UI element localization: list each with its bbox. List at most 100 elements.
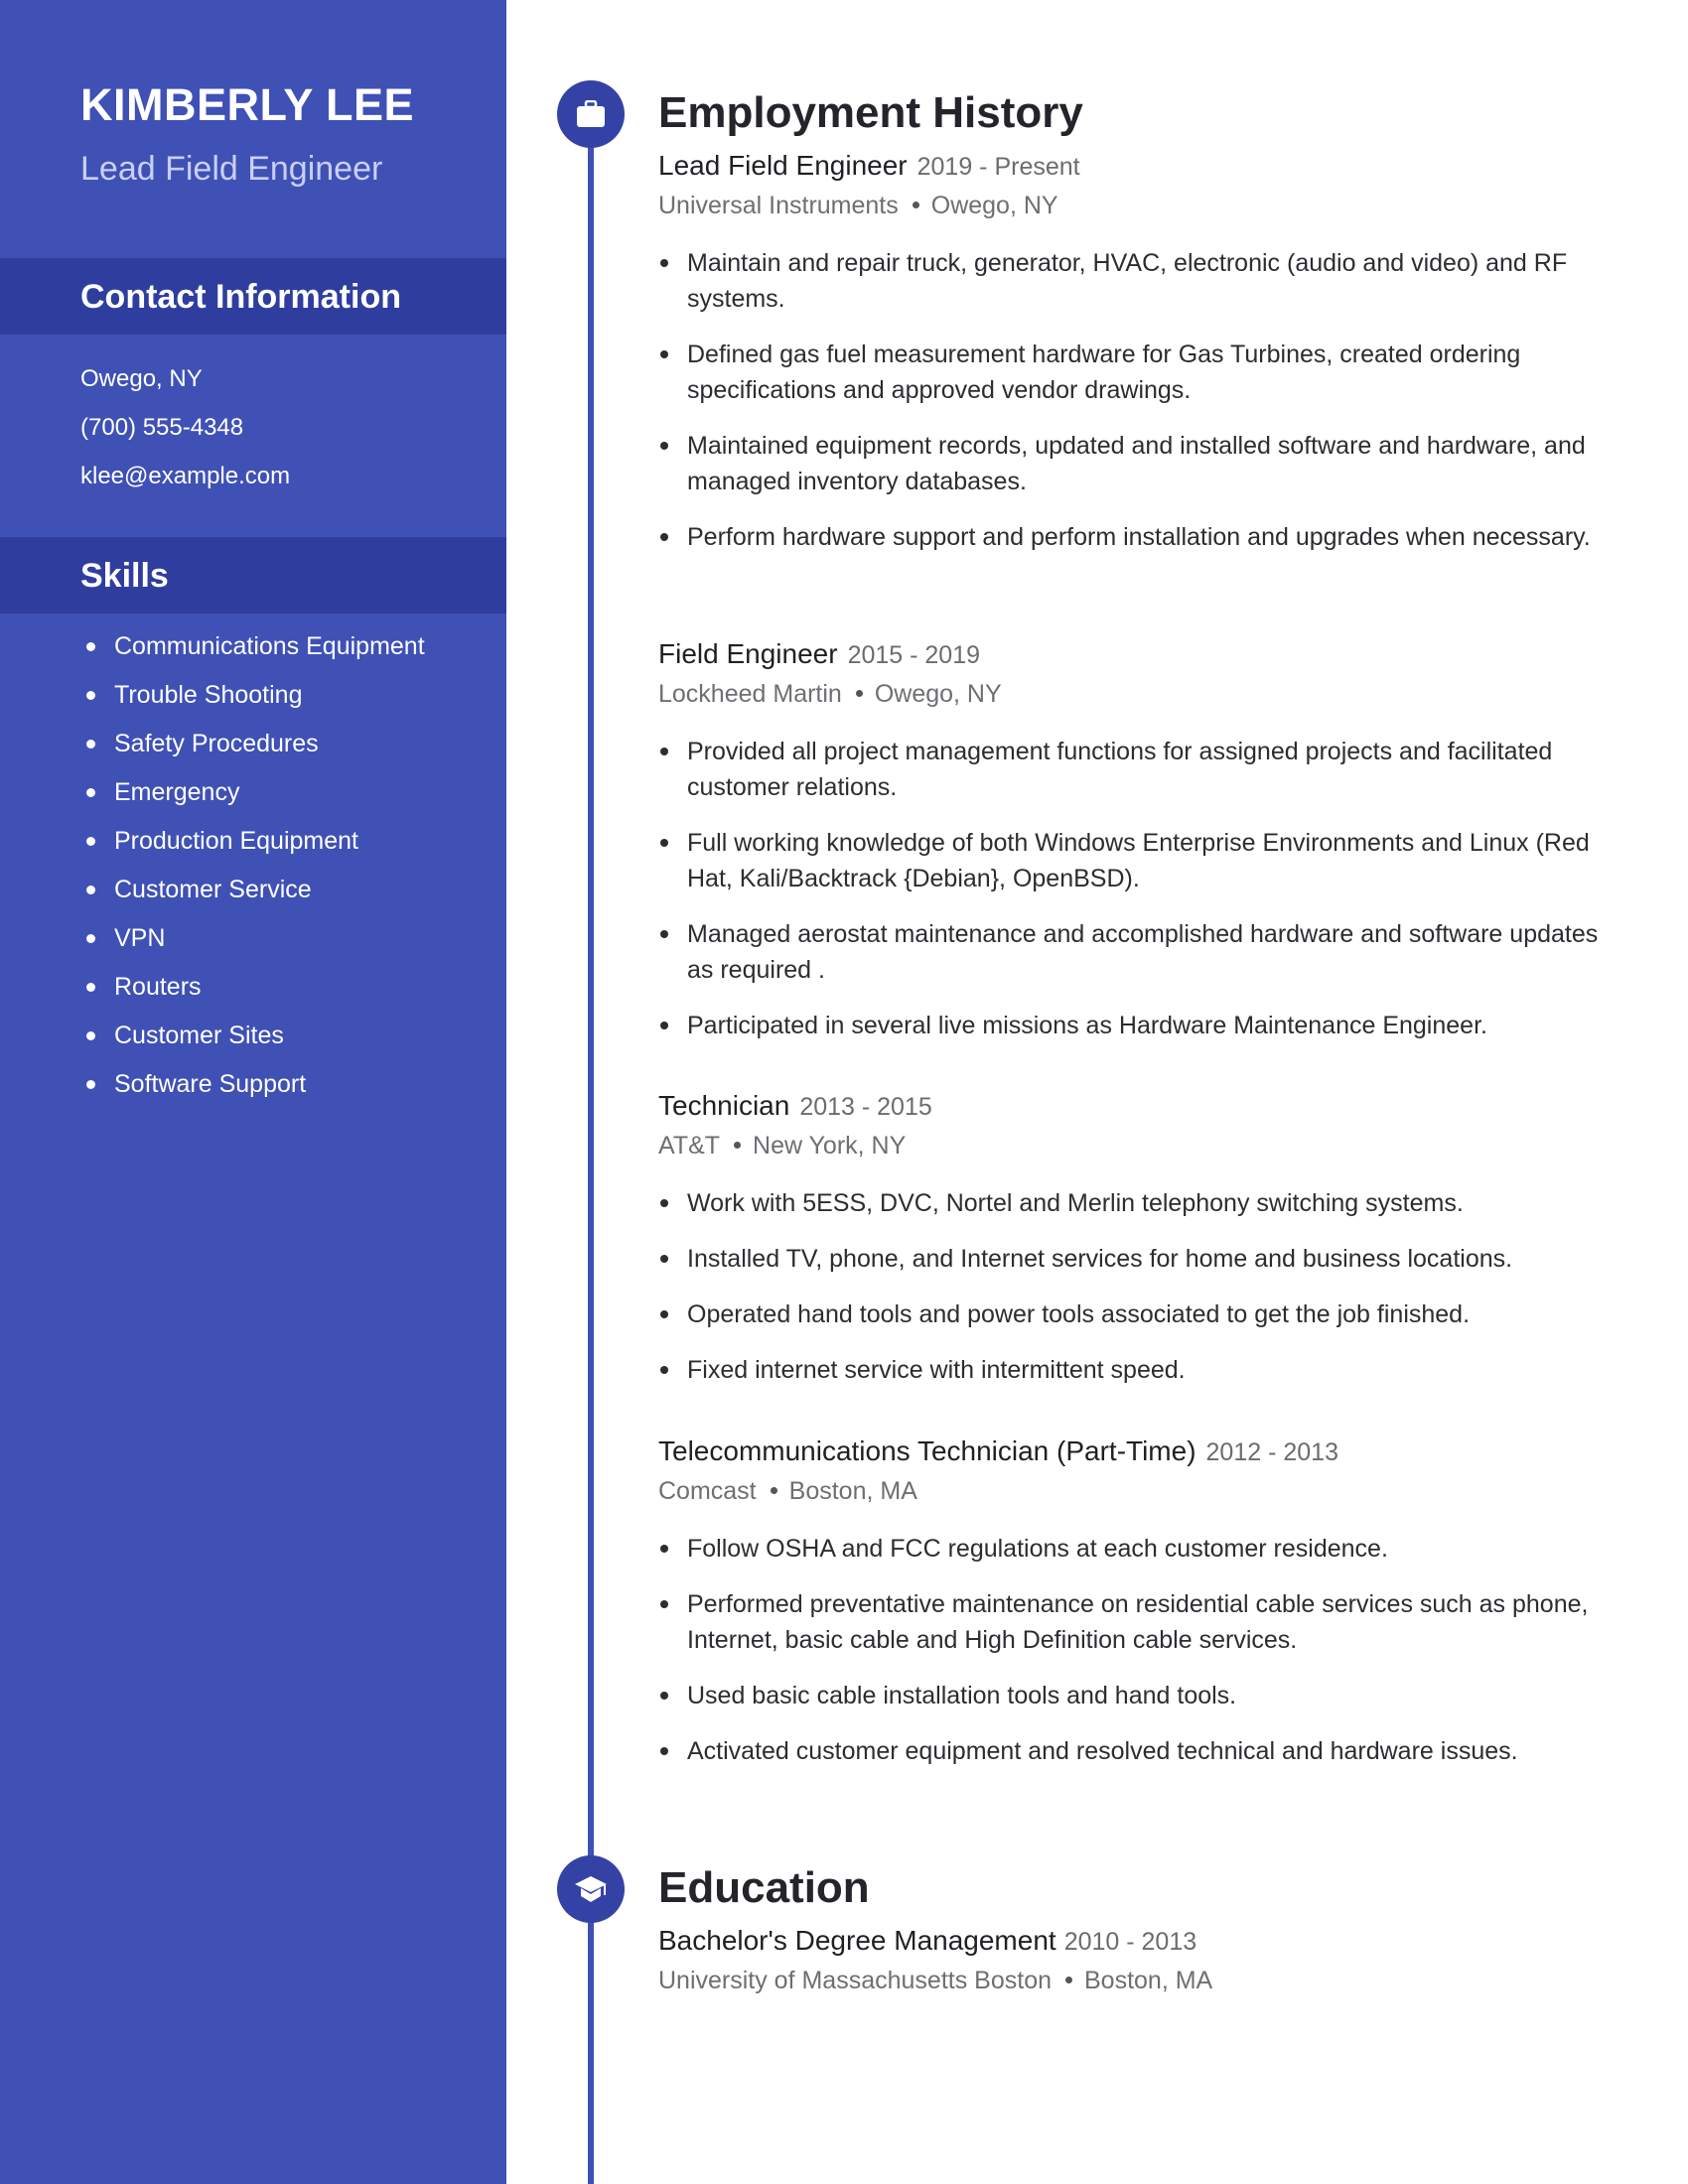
- job-bullet: Perform hardware support and perform ins…: [658, 519, 1612, 555]
- job-dates: 2012 - 2013: [1205, 1438, 1338, 1466]
- job-bullets: Follow OSHA and FCC regulations at each …: [658, 1531, 1612, 1769]
- job-bullet: Fixed internet service with intermittent…: [658, 1352, 1612, 1388]
- bullet-icon: [660, 748, 668, 755]
- job-entry: Field Engineer 2015 - 2019 Lockheed Marti…: [658, 635, 1612, 1063]
- separator-dot-icon: [855, 689, 863, 697]
- job-bullet: Work with 5ESS, DVC, Nortel and Merlin t…: [658, 1185, 1612, 1221]
- job-bullet: Used basic cable installation tools and …: [658, 1678, 1612, 1713]
- job-title: Technician: [658, 1090, 790, 1121]
- job-bullet: Activated customer equipment and resolve…: [658, 1733, 1612, 1769]
- skill-item: Emergency: [80, 774, 478, 810]
- bullet-icon: [660, 1310, 668, 1318]
- job-company: Comcast: [658, 1477, 757, 1505]
- sidebar: KIMBERLY LEE Lead Field Engineer Contact…: [0, 0, 506, 2184]
- school-location: Boston, MA: [1084, 1967, 1213, 1994]
- skill-label: VPN: [114, 924, 166, 952]
- job-title: Telecommunications Technician (Part-Time…: [658, 1435, 1196, 1466]
- job-entry: Telecommunications Technician (Part-Time…: [658, 1433, 1612, 1789]
- bullet-icon: [660, 930, 668, 938]
- job-location: Owego, NY: [874, 680, 1002, 708]
- job-bullets: Work with 5ESS, DVC, Nortel and Merlin t…: [658, 1185, 1612, 1388]
- contact-location: Owego, NY: [80, 365, 203, 392]
- contact-phone[interactable]: (700) 555-4348: [80, 403, 290, 452]
- job-bullet: Maintained equipment records, updated an…: [658, 428, 1612, 499]
- bullet-icon: [86, 983, 95, 992]
- job-title: Field Engineer: [658, 638, 838, 669]
- job-bullet: Installed TV, phone, and Internet servic…: [658, 1241, 1612, 1277]
- candidate-name: KIMBERLY LEE: [80, 79, 415, 130]
- job-bullet: Performed preventative maintenance on re…: [658, 1586, 1612, 1658]
- skill-item: Safety Procedures: [80, 726, 478, 761]
- bullet-icon: [86, 1080, 95, 1089]
- skill-label: Customer Sites: [114, 1022, 284, 1049]
- bullet-icon: [660, 350, 668, 358]
- job-bullet: Maintain and repair truck, generator, HV…: [658, 245, 1612, 317]
- job-company: Lockheed Martin: [658, 680, 842, 708]
- job-location: New York, NY: [753, 1132, 907, 1160]
- briefcase-icon: [577, 100, 605, 127]
- skill-label: Trouble Shooting: [114, 681, 303, 709]
- skill-label: Routers: [114, 973, 202, 1001]
- bullet-icon: [660, 839, 668, 847]
- job-company: Universal Instruments: [658, 192, 899, 219]
- bullet-icon: [660, 259, 668, 267]
- skills-list: Communications Equipment Trouble Shootin…: [80, 628, 478, 1115]
- skill-item: Routers: [80, 969, 478, 1005]
- skill-item: Customer Sites: [80, 1018, 478, 1053]
- degree-title: Bachelor's Degree Management: [658, 1925, 1056, 1956]
- skill-label: Software Support: [114, 1070, 307, 1098]
- skill-label: Safety Procedures: [114, 730, 319, 757]
- bullet-icon: [86, 886, 95, 894]
- separator-dot-icon: [912, 201, 919, 208]
- bullet-icon: [660, 1692, 668, 1700]
- separator-dot-icon: [770, 1486, 777, 1494]
- bullet-icon: [86, 788, 95, 797]
- job-title: Lead Field Engineer: [658, 150, 908, 181]
- bullet-icon: [660, 1545, 668, 1553]
- job-bullet: Managed aerostat maintenance and accompl…: [658, 916, 1612, 988]
- bullet-icon: [660, 1747, 668, 1755]
- bullet-icon: [660, 442, 668, 450]
- skill-label: Production Equipment: [114, 827, 358, 855]
- job-bullet: Follow OSHA and FCC regulations at each …: [658, 1531, 1612, 1567]
- bullet-icon: [660, 1022, 668, 1029]
- separator-dot-icon: [1065, 1976, 1072, 1983]
- job-location: Owego, NY: [930, 192, 1058, 219]
- skills-heading: Skills: [80, 557, 169, 595]
- job-entry: Lead Field Engineer 2019 - Present Univer…: [658, 147, 1612, 575]
- graduation-cap-icon: [575, 1876, 607, 1902]
- job-bullet: Participated in several live missions as…: [658, 1008, 1612, 1043]
- bullet-icon: [660, 533, 668, 541]
- skill-label: Communications Equipment: [114, 632, 425, 660]
- candidate-title: Lead Field Engineer: [80, 150, 383, 188]
- bullet-icon: [660, 1199, 668, 1207]
- school-name: University of Massachusetts Boston: [658, 1967, 1052, 1994]
- contact-email[interactable]: klee@example.com: [80, 452, 290, 500]
- contact-heading: Contact Information: [80, 278, 401, 316]
- skill-item: VPN: [80, 920, 478, 956]
- job-bullet: Operated hand tools and power tools asso…: [658, 1297, 1612, 1332]
- education-entry: Bachelor's Degree Management 2010 - 2013 …: [658, 1922, 1612, 1999]
- job-location: Boston, MA: [788, 1477, 917, 1505]
- job-company: AT&T: [658, 1132, 721, 1160]
- job-dates: 2013 - 2015: [799, 1093, 932, 1121]
- bullet-icon: [660, 1600, 668, 1608]
- bullet-icon: [86, 1031, 95, 1040]
- skills-section-header: Skills: [0, 537, 506, 614]
- contact-section-header: Contact Information: [0, 258, 506, 335]
- bullet-icon: [86, 642, 95, 651]
- job-dates: 2019 - Present: [916, 153, 1080, 181]
- education-dates: 2010 - 2013: [1063, 1928, 1197, 1956]
- education-heading: Education: [658, 1863, 870, 1912]
- bullet-icon: [660, 1255, 668, 1263]
- job-dates: 2015 - 2019: [847, 641, 981, 669]
- bullet-icon: [86, 837, 95, 846]
- bullet-icon: [86, 934, 95, 943]
- job-bullets: Maintain and repair truck, generator, HV…: [658, 245, 1612, 555]
- employment-icon-badge: [557, 80, 625, 148]
- skill-item: Customer Service: [80, 872, 478, 907]
- job-entry: Technician 2013 - 2015 AT&T New York, NY W…: [658, 1087, 1612, 1408]
- skill-item: Production Equipment: [80, 823, 478, 859]
- job-bullet: Defined gas fuel measurement hardware fo…: [658, 337, 1612, 408]
- skill-item: Communications Equipment: [80, 628, 478, 664]
